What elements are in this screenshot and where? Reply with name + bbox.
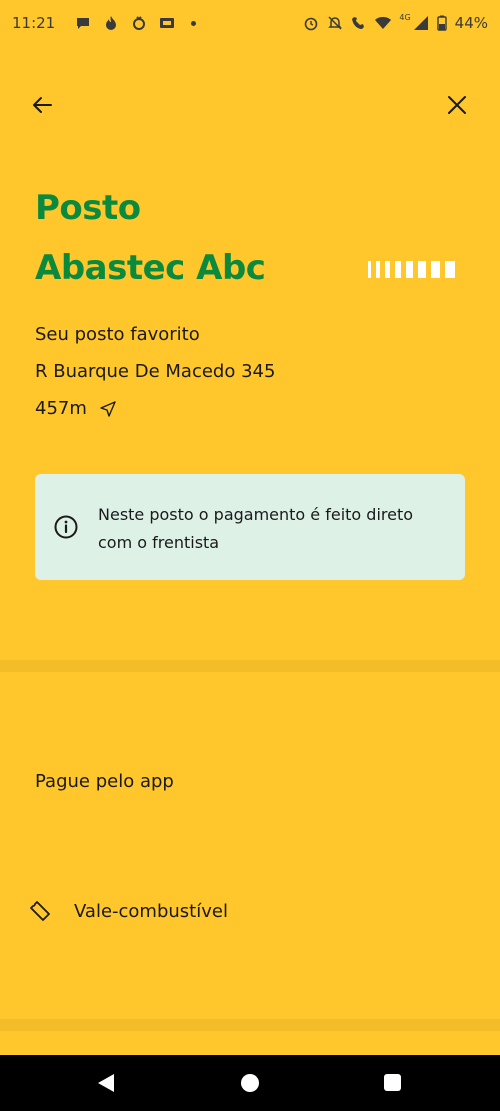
payment-notice: Neste posto o pagamento é feito direto c… <box>35 474 465 580</box>
dot-icon <box>191 20 197 26</box>
cast-icon <box>160 18 175 28</box>
station-title-line2: Abastec Abc <box>35 248 266 288</box>
system-home-icon[interactable] <box>241 1074 259 1092</box>
battery-percent: 44% <box>454 14 488 32</box>
status-left: 11:21 <box>12 14 197 32</box>
ticket-icon <box>30 901 50 921</box>
navigation-arrow-icon <box>100 400 116 417</box>
status-time: 11:21 <box>12 14 56 32</box>
alarm-icon <box>305 17 318 31</box>
station-distance: 457m <box>35 398 87 419</box>
station-details-screen: 11:21 4G 44% Posto Abastec Abc Seu posto… <box>0 0 500 1111</box>
bell-off-icon <box>328 16 343 30</box>
wifi-icon <box>375 17 392 29</box>
section-divider <box>0 660 500 672</box>
notice-text: Neste posto o pagamento é feito direto c… <box>98 505 414 552</box>
network-label: 4G <box>399 12 411 22</box>
section-divider-bottom <box>0 1019 500 1031</box>
brand-logo <box>368 261 466 278</box>
system-recents-icon[interactable] <box>384 1074 401 1091</box>
voucher-label: Vale-combustível <box>74 900 228 922</box>
status-bar: 11:21 4G 44% <box>0 0 500 46</box>
arrow-left-icon[interactable] <box>30 92 56 118</box>
system-navigation-bar <box>0 1055 500 1111</box>
status-right: 4G 44% <box>303 12 488 32</box>
chat-bubble-icon <box>77 18 90 29</box>
favorite-label: Seu posto favorito <box>35 324 200 345</box>
station-title-line1: Posto <box>35 188 141 228</box>
fuel-voucher-option[interactable]: Vale-combustível <box>28 895 328 927</box>
distance-row: 457m <box>35 398 117 419</box>
flame-icon <box>106 16 117 30</box>
signal-icon <box>413 16 428 30</box>
system-back-icon[interactable] <box>96 1073 116 1093</box>
wifi-call-icon <box>352 17 365 29</box>
station-address: R Buarque De Macedo 345 <box>35 361 276 382</box>
pay-by-app-title: Pague pelo app <box>35 771 174 792</box>
close-icon[interactable] <box>444 92 470 118</box>
fire-alert-icon <box>133 16 146 30</box>
battery-icon <box>436 15 447 31</box>
info-icon <box>54 515 78 539</box>
